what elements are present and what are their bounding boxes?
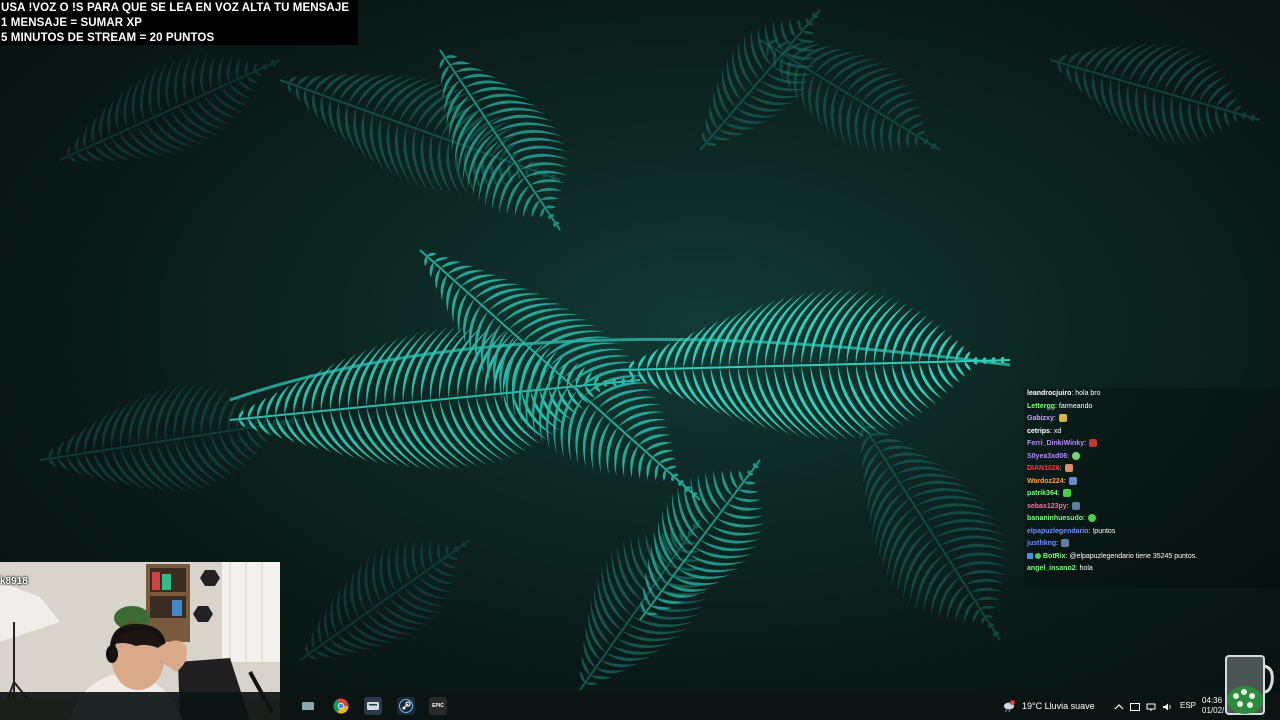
fern-frond xyxy=(299,539,471,661)
chat-line: Wardoz224: xyxy=(1027,476,1077,488)
app-icon-1-glyph xyxy=(302,702,314,710)
clock-time: 04:36 xyxy=(1202,696,1223,705)
app-icon-1[interactable] xyxy=(299,697,317,715)
banner-line-points: 5 MINUTOS DE STREAM = 20 PUNTOS xyxy=(1,32,215,44)
fern-frond xyxy=(39,381,301,493)
chat-line: justhkng: xyxy=(1027,538,1070,550)
clock[interactable]: 04:36 01/02/ xyxy=(1202,696,1224,716)
chat-username: angel_insano2 xyxy=(1027,565,1076,572)
chat-line: Ferri_DinkiWinky: xyxy=(1027,438,1098,450)
chat-username: Wardoz224 xyxy=(1027,477,1064,485)
epic-games-icon[interactable]: EPIC xyxy=(429,697,447,715)
chat-line: angel_insano2: hola xyxy=(1027,563,1093,575)
weather-temperature: 19°C xyxy=(1022,701,1043,711)
chat-line: bananinhuesudo: xyxy=(1027,513,1096,525)
steam-icon[interactable] xyxy=(397,697,415,715)
chat-text: : xyxy=(1066,502,1069,510)
chat-username: DIAN1026 xyxy=(1027,465,1060,472)
chat-text: : hola bro xyxy=(1071,390,1101,397)
chat-text: : !puntos xyxy=(1088,527,1116,535)
chat-username: elpapuzlegendario xyxy=(1027,527,1089,535)
app-icon-3-glyph xyxy=(367,702,379,710)
chat-line: DIAN1026: xyxy=(1027,463,1073,475)
emote-icon xyxy=(1072,451,1081,460)
network-icon[interactable] xyxy=(1146,702,1156,712)
fern-frond xyxy=(859,419,1009,641)
stream-info-banner: USA !VOZ O !S PARA QUE SE LEA EN VOZ ALT… xyxy=(0,0,358,45)
chat-text: : xyxy=(1053,415,1056,422)
chat-line: cetrips: xd xyxy=(1027,426,1061,438)
clock-date: 01/02/ xyxy=(1202,706,1225,715)
chat-text: : xyxy=(1083,515,1085,522)
chat-line: Lettergg: farmeando xyxy=(1027,401,1092,413)
fern-frond xyxy=(1049,43,1261,147)
mod-badge-icon xyxy=(1027,552,1033,559)
weather-description: Lluvia suave xyxy=(1044,701,1095,711)
chat-line: patrik364: xyxy=(1027,488,1071,500)
app-tray-icon[interactable] xyxy=(1130,702,1140,712)
fern-frond xyxy=(579,519,708,691)
chrome-logo-icon xyxy=(333,698,349,714)
chat-line: leandrocjuiro: hola bro xyxy=(1027,388,1101,400)
weather-widget[interactable]: 1 19°C Lluvia suave xyxy=(1002,699,1095,713)
chat-text: : xyxy=(1063,477,1066,485)
chat-username: Ferri_DinkiWinky xyxy=(1027,440,1085,447)
fern-frond xyxy=(639,459,764,621)
chat-line: S0yea3xd06: xyxy=(1027,451,1081,463)
chrome-icon[interactable] xyxy=(332,697,350,715)
chat-username: sebas123py xyxy=(1027,502,1067,510)
chat-text: : hola xyxy=(1075,565,1093,572)
cup-icon xyxy=(1225,655,1274,715)
emote-icon xyxy=(1058,414,1067,423)
volume-icon[interactable] xyxy=(1162,702,1172,712)
chat-username: leandrocjuiro xyxy=(1027,390,1072,397)
chat-text: : xyxy=(1056,540,1059,547)
chat-text: : xyxy=(1057,490,1060,497)
chat-line: elpapuzlegendario: !puntos xyxy=(1027,526,1115,538)
emote-icon xyxy=(1064,464,1073,473)
rain-cloud-icon: 1 xyxy=(1003,700,1015,712)
fern-frond xyxy=(619,288,1011,440)
emote-icon xyxy=(1062,489,1071,498)
fern-frond xyxy=(59,52,281,163)
steam-logo-icon xyxy=(399,699,413,713)
banner-line-xp: 1 MENSAJE = SUMAR XP xyxy=(1,17,142,29)
chat-username: Lettergg xyxy=(1027,402,1055,410)
emote-icon xyxy=(1061,539,1070,548)
chat-username: S0yea3xd06 xyxy=(1027,452,1068,460)
bot-badge-icon xyxy=(1035,552,1041,559)
chat-text: : xyxy=(1067,452,1070,460)
chat-line: Gabizxy: xyxy=(1027,413,1067,425)
chat-username: Gabizxy xyxy=(1027,415,1054,422)
chat-line: BotRix: @elpapuzlegendario tiene 35245 p… xyxy=(1027,551,1197,563)
emote-icon xyxy=(1089,439,1098,448)
chat-username: cetrips xyxy=(1027,427,1050,435)
fern-frond xyxy=(439,49,569,231)
app-icon-3[interactable] xyxy=(364,697,382,715)
chat-text: : xyxy=(1084,440,1087,447)
stream-chat-overlay: leandrocjuiro: hola bro Lettergg: farmea… xyxy=(1024,388,1280,588)
epic-games-label: EPIC xyxy=(432,703,444,709)
banner-line-voice: USA !VOZ O !S PARA QUE SE LEA EN VOZ ALT… xyxy=(1,2,350,14)
chat-text: : xd xyxy=(1049,427,1062,435)
weather-alert-count: 1 xyxy=(1011,701,1013,705)
chat-line: sebas123py: xyxy=(1027,501,1080,513)
emote-icon xyxy=(1071,501,1080,510)
chat-text: : xyxy=(1059,465,1062,472)
chat-username: BotRix xyxy=(1043,552,1066,560)
emote-icon xyxy=(1068,476,1077,485)
chat-username: patrik364 xyxy=(1027,490,1058,497)
chat-text: : @elpapuzlegendario tiene 35245 puntos. xyxy=(1065,552,1198,560)
webcam-username-overlay: k8918 xyxy=(0,576,28,587)
chat-username: bananinhuesudo xyxy=(1027,515,1083,522)
emote-icon xyxy=(1087,514,1096,523)
input-language[interactable]: ESP xyxy=(1180,701,1196,710)
chat-username: justhkng xyxy=(1027,540,1057,547)
chat-text: : farmeando xyxy=(1055,402,1093,410)
chevron-up-icon[interactable] xyxy=(1114,702,1124,712)
